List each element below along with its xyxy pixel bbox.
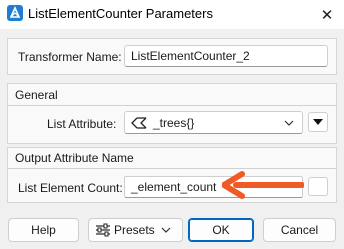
list-attribute-combo[interactable]: _trees{}: [124, 111, 303, 134]
fme-app-icon: [7, 5, 23, 21]
general-divider: [8, 105, 336, 106]
annotation-arrow-icon: [222, 171, 304, 199]
transformer-name-label: Transformer Name:: [18, 50, 122, 64]
list-element-count-value: _element_count: [131, 180, 217, 194]
presets-label: Presets: [114, 223, 155, 237]
cancel-button[interactable]: Cancel: [263, 218, 336, 242]
transformer-name-value: ListElementCounter_2: [131, 49, 250, 63]
close-icon: ✕: [320, 6, 334, 24]
output-divider: [8, 168, 336, 169]
list-attribute-icon: [131, 116, 147, 129]
window-title: ListElementCounter Parameters: [28, 6, 213, 21]
presets-sliders-icon: [95, 223, 111, 237]
list-attribute-menu-button[interactable]: [308, 112, 328, 132]
chevron-down-icon: [161, 227, 171, 233]
general-group-title: General: [15, 88, 58, 102]
title-bar: ListElementCounter Parameters ✕: [0, 0, 344, 29]
list-attribute-label: List Attribute:: [47, 117, 117, 131]
transformer-name-input[interactable]: ListElementCounter_2: [124, 45, 328, 67]
close-button[interactable]: ✕: [310, 0, 344, 29]
cancel-label: Cancel: [280, 223, 319, 237]
chevron-down-icon: [284, 120, 294, 126]
list-attribute-value: _trees{}: [153, 115, 195, 130]
ok-label: OK: [212, 223, 230, 237]
help-button[interactable]: Help: [8, 218, 79, 242]
output-group-title: Output Attribute Name: [15, 151, 134, 165]
triangle-down-icon: [313, 119, 323, 125]
presets-button[interactable]: Presets: [88, 218, 183, 242]
ok-button[interactable]: OK: [188, 218, 254, 242]
list-element-count-label: List Element Count:: [18, 181, 123, 195]
list-element-count-menu-button[interactable]: [308, 177, 328, 196]
help-label: Help: [31, 223, 56, 237]
